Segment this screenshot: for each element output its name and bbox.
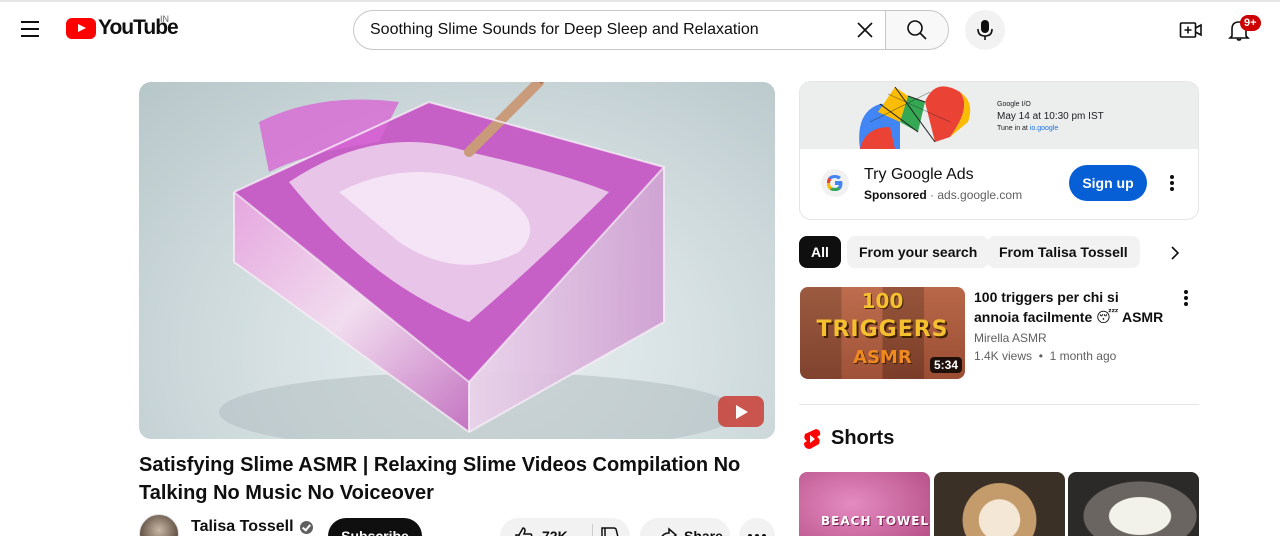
search-icon <box>907 20 927 40</box>
thumb-text-triggers: TRIGGERS <box>816 317 949 342</box>
ad-domain: ads.google.com <box>937 188 1023 202</box>
notification-badge: 9+ <box>1240 15 1261 31</box>
recommended-stats: 1.4K views • 1 month ago <box>974 349 1117 363</box>
shorts-heading: Shorts <box>831 427 895 449</box>
short-thumbnail[interactable]: BEACH TOWEL <box>799 472 930 536</box>
verified-icon <box>299 520 313 534</box>
share-icon <box>661 527 678 536</box>
recommended-age: 1 month ago <box>1049 349 1117 363</box>
like-dislike-divider <box>592 524 593 536</box>
video-duration: 5:34 <box>930 357 963 373</box>
short-thumbnail[interactable] <box>1068 472 1199 536</box>
channel-avatar[interactable] <box>139 514 179 536</box>
ad-more-icon[interactable] <box>1160 171 1184 195</box>
io-link[interactable]: io.google <box>1030 125 1058 132</box>
chip-from-channel[interactable]: From Talisa Tossell <box>987 236 1140 268</box>
short-thumbnail[interactable] <box>934 472 1065 536</box>
io-brand: Google I/O <box>997 101 1031 108</box>
recommended-more-icon[interactable] <box>1176 288 1196 308</box>
io-tune-text: Tune in at <box>997 125 1028 132</box>
subscribe-button[interactable]: Subscribe <box>328 518 422 536</box>
search-bar <box>353 10 949 50</box>
search-box <box>353 10 885 50</box>
video-frame-illustration <box>219 82 739 439</box>
ad-title[interactable]: Try Google Ads <box>864 166 974 184</box>
recommended-channel[interactable]: Mirella ASMR <box>974 331 1047 345</box>
create-video-icon <box>1179 22 1202 38</box>
mic-icon <box>977 20 993 40</box>
chevron-right-icon[interactable] <box>1160 238 1190 268</box>
ad-card[interactable]: Google I/O May 14 at 10:30 pm IST Tune i… <box>799 81 1199 220</box>
sponsored-label: Sponsored <box>864 188 927 202</box>
menu-icon[interactable] <box>18 18 42 42</box>
channel-name: Talisa Tossell <box>191 518 294 535</box>
search-input[interactable] <box>370 21 845 39</box>
youtube-logo[interactable]: YouTube IN <box>66 14 179 40</box>
search-button[interactable] <box>885 10 949 50</box>
channel-name-link[interactable]: Talisa Tossell <box>191 518 313 536</box>
channel-row: Talisa Tossell Subscribe 72K Share <box>139 514 779 536</box>
share-button[interactable]: Share <box>640 518 730 536</box>
thumbs-up-icon <box>515 527 533 536</box>
chip-all[interactable]: All <box>799 236 841 268</box>
like-button[interactable]: 72K <box>500 518 630 536</box>
recommended-title[interactable]: 100 triggers per chi si annoia facilment… <box>974 287 1164 327</box>
short-thumb-text: BEACH TOWEL <box>821 514 930 528</box>
like-count: 72K <box>542 528 568 536</box>
create-button[interactable] <box>1176 16 1206 44</box>
top-border <box>0 0 1280 2</box>
io-tune: Tune in at io.google <box>997 123 1104 135</box>
ad-banner-text: Google I/O May 14 at 10:30 pm IST Tune i… <box>997 99 1104 135</box>
video-player[interactable] <box>139 82 775 439</box>
thumb-text-100: 100 <box>861 289 904 313</box>
thumbs-down-icon[interactable] <box>600 526 620 536</box>
recommended-views: 1.4K views <box>974 349 1033 363</box>
sign-up-button[interactable]: Sign up <box>1069 165 1147 201</box>
ad-banner[interactable]: Google I/O May 14 at 10:30 pm IST Tune i… <box>800 82 1198 149</box>
country-code: IN <box>160 14 169 24</box>
chip-from-your-search[interactable]: From your search <box>847 236 990 268</box>
more-actions-button[interactable] <box>739 518 775 536</box>
shorts-icon <box>804 429 821 449</box>
voice-search-button[interactable] <box>965 10 1005 50</box>
ad-meta: Sponsored · ads.google.com <box>864 188 1023 202</box>
clear-icon[interactable] <box>845 11 885 49</box>
chip-fade <box>1138 236 1158 268</box>
io-date: May 14 at 10:30 pm IST <box>997 111 1104 122</box>
youtube-watermark-play-icon[interactable] <box>718 396 764 427</box>
google-g-logo <box>821 169 849 197</box>
share-label: Share <box>684 528 723 536</box>
youtube-play-icon <box>66 17 96 39</box>
section-divider <box>799 404 1199 405</box>
video-title: Satisfying Slime ASMR | Relaxing Slime V… <box>139 454 741 504</box>
